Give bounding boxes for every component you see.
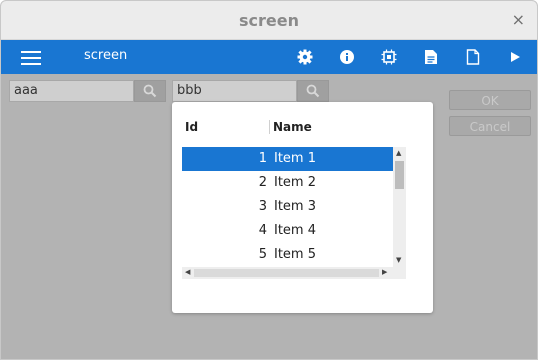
gear-icon[interactable] bbox=[295, 47, 315, 67]
scrollbar-corner bbox=[393, 267, 406, 279]
title-bar: screen × bbox=[1, 1, 537, 40]
document-icon[interactable] bbox=[463, 47, 483, 67]
table-row[interactable]: 4 Item 4 bbox=[182, 219, 393, 243]
document-text-icon[interactable] bbox=[421, 47, 441, 67]
selection-popup: Id Name 1 Item 1 2 Item 2 3 Item 3 4 Ite… bbox=[172, 102, 433, 313]
app-name: screen bbox=[84, 48, 128, 63]
vertical-scroll-thumb[interactable] bbox=[395, 161, 404, 189]
vertical-scrollbar[interactable]: ▲ ▼ bbox=[393, 147, 406, 267]
scroll-up-icon[interactable]: ▲ bbox=[396, 150, 401, 157]
row-name: Item 4 bbox=[274, 223, 316, 238]
toolbar: screen bbox=[1, 40, 537, 74]
row-name: Item 3 bbox=[274, 199, 316, 214]
chip-icon[interactable] bbox=[379, 47, 399, 67]
row-name: Item 1 bbox=[274, 151, 316, 166]
row-id: 2 bbox=[258, 175, 267, 190]
content-area: aaa bbb OK Cancel Id Name 1 Item 1 2 Ite… bbox=[1, 74, 537, 359]
search-icon bbox=[306, 84, 320, 98]
row-id: 1 bbox=[258, 151, 267, 166]
horizontal-scrollbar[interactable]: ◀ ▶ bbox=[182, 267, 393, 279]
search-input-1[interactable]: aaa bbox=[9, 80, 134, 102]
table-row[interactable]: 5 Item 5 bbox=[182, 243, 393, 267]
row-id: 5 bbox=[258, 247, 267, 262]
close-icon[interactable]: × bbox=[512, 10, 525, 29]
search-button-2[interactable] bbox=[297, 80, 329, 102]
menu-icon[interactable] bbox=[21, 51, 41, 65]
column-header-name[interactable]: Name bbox=[273, 120, 312, 134]
scroll-left-icon[interactable]: ◀ bbox=[185, 269, 190, 276]
scroll-right-icon[interactable]: ▶ bbox=[382, 269, 387, 276]
cancel-button[interactable]: Cancel bbox=[449, 116, 531, 136]
window-title: screen bbox=[239, 11, 299, 30]
table-row[interactable]: 1 Item 1 bbox=[182, 147, 393, 171]
column-header-id[interactable]: Id bbox=[185, 120, 198, 134]
row-name: Item 2 bbox=[274, 175, 316, 190]
horizontal-scroll-thumb[interactable] bbox=[194, 269, 379, 277]
ok-button[interactable]: OK bbox=[449, 90, 531, 110]
table-row[interactable]: 2 Item 2 bbox=[182, 171, 393, 195]
search-box-1: aaa bbox=[9, 80, 166, 102]
info-icon[interactable] bbox=[337, 47, 357, 67]
row-name: Item 5 bbox=[274, 247, 316, 262]
column-divider[interactable] bbox=[269, 120, 270, 134]
row-id: 3 bbox=[258, 199, 267, 214]
row-id: 4 bbox=[258, 223, 267, 238]
scroll-down-icon[interactable]: ▼ bbox=[396, 257, 401, 264]
search-button-1[interactable] bbox=[134, 80, 166, 102]
app-window: screen × screen aaa bbb OK Cancel Id Nam… bbox=[0, 0, 538, 360]
search-input-2[interactable]: bbb bbox=[172, 80, 297, 102]
item-list: 1 Item 1 2 Item 2 3 Item 3 4 Item 4 5 It… bbox=[182, 147, 393, 267]
table-row[interactable]: 3 Item 3 bbox=[182, 195, 393, 219]
play-icon[interactable] bbox=[505, 47, 525, 67]
search-icon bbox=[143, 84, 157, 98]
search-box-2: bbb bbox=[172, 80, 329, 102]
